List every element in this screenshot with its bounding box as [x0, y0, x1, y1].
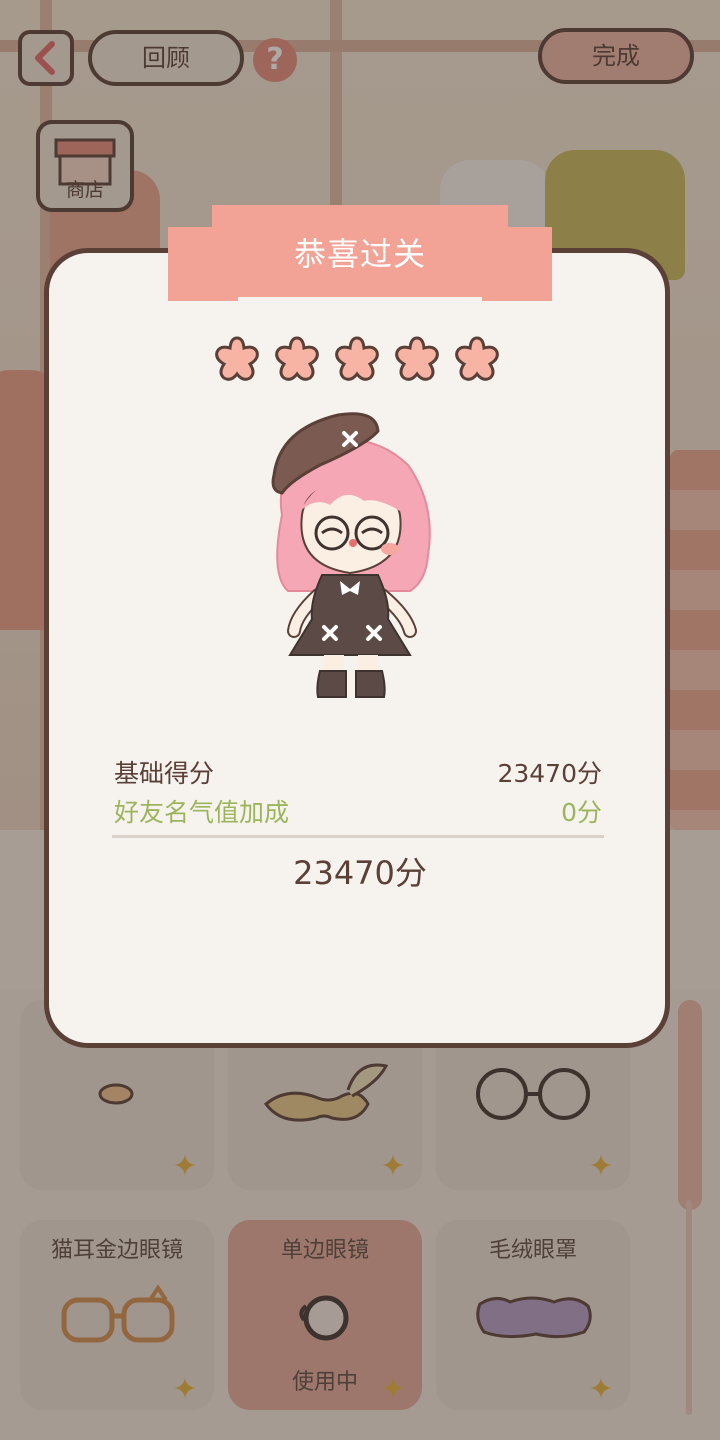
title-ribbon: 恭喜过关 — [168, 205, 552, 301]
total-score: 23470分 — [293, 854, 427, 892]
flower-star-icon — [275, 336, 319, 381]
flower-star-icon — [335, 336, 379, 381]
base-score-value: 23470分 — [497, 759, 602, 788]
flower-star-icon — [215, 336, 259, 381]
base-score-row: 基础得分 23470分 — [114, 754, 602, 788]
flower-star-icon — [395, 336, 439, 381]
friend-bonus-value: 0分 — [561, 798, 602, 827]
friend-bonus-row: 好友名气值加成 0分 — [114, 793, 602, 827]
rating-stars — [212, 334, 508, 386]
dressed-character-illustration — [271, 412, 431, 698]
score-divider — [112, 835, 604, 838]
dialog-title: 恭喜过关 — [293, 235, 426, 273]
friend-bonus-label: 好友名气值加成 — [114, 798, 290, 827]
base-score-label: 基础得分 — [114, 759, 215, 788]
flower-star-icon — [455, 336, 499, 381]
